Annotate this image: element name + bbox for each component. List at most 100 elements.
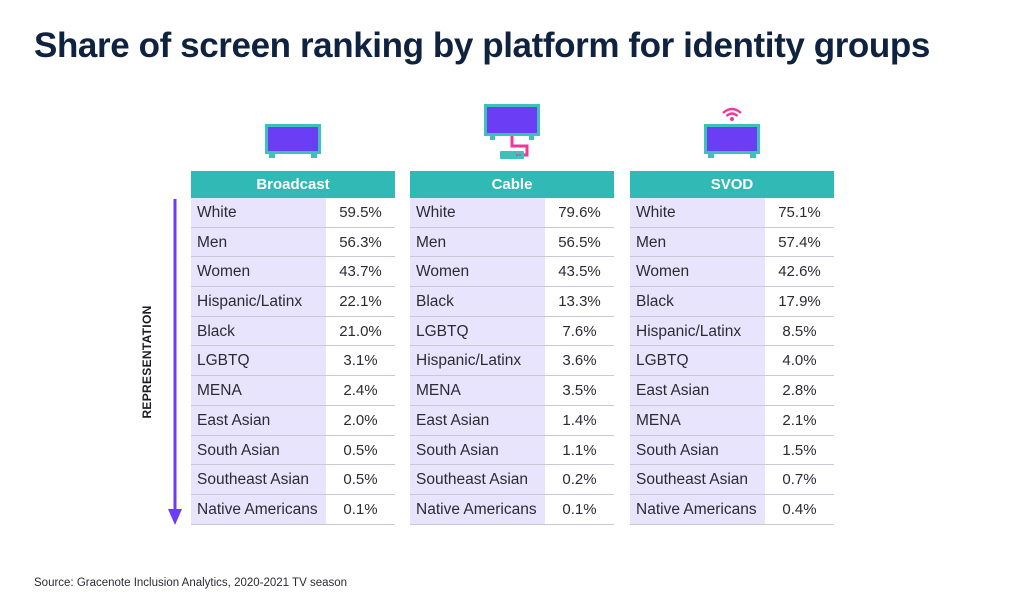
share-value: 2.8% xyxy=(765,376,834,405)
group-label: Hispanic/Latinx xyxy=(410,346,545,376)
table-row: South Asian 0.5% xyxy=(191,435,395,466)
table-row: Black 13.3% xyxy=(410,287,614,317)
table-row: Black 17.9% xyxy=(630,287,834,317)
share-value: 59.5% xyxy=(326,198,395,227)
group-label: Black xyxy=(191,316,326,346)
share-value: 1.1% xyxy=(545,435,614,465)
share-value: 75.1% xyxy=(765,198,834,227)
table-row: Southeast Asian 0.7% xyxy=(630,465,834,495)
table-row: Southeast Asian 0.5% xyxy=(191,465,395,495)
table-row: Hispanic/Latinx 22.1% xyxy=(191,287,395,317)
table-row: Women 43.7% xyxy=(191,257,395,288)
table-header: SVOD xyxy=(630,171,834,198)
table-row: Native Americans 0.4% xyxy=(630,494,834,525)
table-row: Hispanic/Latinx 3.6% xyxy=(410,346,614,377)
share-value: 2.1% xyxy=(765,405,834,435)
group-label: White xyxy=(410,198,545,227)
ranking-axis-label: REPRESENTATION xyxy=(140,305,154,419)
table-row: Men 57.4% xyxy=(630,227,834,258)
share-value: 56.5% xyxy=(545,227,614,257)
group-label: Southeast Asian xyxy=(191,465,326,494)
group-label: Southeast Asian xyxy=(410,465,545,494)
group-label: Men xyxy=(410,227,545,257)
table-row: White 79.6% xyxy=(410,198,614,228)
group-label: Hispanic/Latinx xyxy=(630,316,765,346)
tv-wifi-icon xyxy=(704,107,760,158)
group-label: LGBTQ xyxy=(630,346,765,376)
table-row: East Asian 2.8% xyxy=(630,376,834,406)
share-value: 0.1% xyxy=(545,494,614,524)
group-label: MENA xyxy=(410,376,545,405)
group-label: Southeast Asian xyxy=(630,465,765,494)
table-row: LGBTQ 7.6% xyxy=(410,316,614,347)
share-value: 0.5% xyxy=(326,435,395,465)
group-label: South Asian xyxy=(191,435,326,465)
group-label: Women xyxy=(630,257,765,287)
group-label: Women xyxy=(410,257,545,287)
share-value: 0.1% xyxy=(326,494,395,524)
share-value: 3.5% xyxy=(545,376,614,405)
share-value: 3.1% xyxy=(326,346,395,376)
share-value: 43.5% xyxy=(545,257,614,287)
page-title: Share of screen ranking by platform for … xyxy=(34,26,930,65)
svod-table: SVOD White 75.1% Men 57.4% Women 42.6% Black 17… xyxy=(630,171,834,525)
table-row: Native Americans 0.1% xyxy=(410,494,614,525)
share-value: 0.5% xyxy=(326,465,395,494)
source-note: Source: Gracenote Inclusion Analytics, 2… xyxy=(34,577,348,589)
table-row: White 75.1% xyxy=(630,198,834,228)
table-row: Southeast Asian 0.2% xyxy=(410,465,614,495)
share-value: 3.6% xyxy=(545,346,614,376)
table-row: LGBTQ 3.1% xyxy=(191,346,395,377)
group-label: Black xyxy=(410,287,545,316)
table-row: Women 42.6% xyxy=(630,257,834,288)
table-row: Women 43.5% xyxy=(410,257,614,288)
cable-table: Cable White 79.6% Men 56.5% Women 43.5% Black 1… xyxy=(410,171,614,525)
group-label: East Asian xyxy=(410,405,545,435)
table-row: East Asian 1.4% xyxy=(410,405,614,436)
table-row: Men 56.3% xyxy=(191,227,395,258)
share-value: 0.7% xyxy=(765,465,834,494)
table-header: Broadcast xyxy=(191,171,395,198)
table-row: MENA 2.1% xyxy=(630,405,834,436)
share-value: 43.7% xyxy=(326,257,395,287)
share-value: 0.4% xyxy=(765,494,834,524)
share-value: 4.0% xyxy=(765,346,834,376)
table-row: Hispanic/Latinx 8.5% xyxy=(630,316,834,347)
group-label: Black xyxy=(630,287,765,316)
group-label: LGBTQ xyxy=(191,346,326,376)
share-value: 79.6% xyxy=(545,198,614,227)
share-value: 0.2% xyxy=(545,465,614,494)
table-row: MENA 2.4% xyxy=(191,376,395,406)
share-value: 22.1% xyxy=(326,287,395,316)
share-value: 8.5% xyxy=(765,316,834,346)
group-label: MENA xyxy=(191,376,326,405)
share-value: 2.4% xyxy=(326,376,395,405)
share-value: 2.0% xyxy=(326,405,395,435)
table-row: Black 21.0% xyxy=(191,316,395,347)
share-value: 7.6% xyxy=(545,316,614,346)
group-label: South Asian xyxy=(630,435,765,465)
table-row: South Asian 1.1% xyxy=(410,435,614,466)
group-label: White xyxy=(191,198,326,227)
share-value: 57.4% xyxy=(765,227,834,257)
group-label: Native Americans xyxy=(630,494,765,524)
table-row: Native Americans 0.1% xyxy=(191,494,395,525)
group-label: Women xyxy=(191,257,326,287)
table-row: Men 56.5% xyxy=(410,227,614,258)
group-label: Native Americans xyxy=(410,494,545,524)
table-row: White 59.5% xyxy=(191,198,395,228)
broadcast-table: Broadcast White 59.5% Men 56.3% Women 43.7% Hi… xyxy=(191,171,395,525)
group-label: East Asian xyxy=(191,405,326,435)
table-row: East Asian 2.0% xyxy=(191,405,395,436)
share-value: 17.9% xyxy=(765,287,834,316)
table-row: MENA 3.5% xyxy=(410,376,614,406)
group-label: LGBTQ xyxy=(410,316,545,346)
group-label: Native Americans xyxy=(191,494,326,524)
group-label: White xyxy=(630,198,765,227)
table-row: South Asian 1.5% xyxy=(630,435,834,466)
share-value: 56.3% xyxy=(326,227,395,257)
share-value: 21.0% xyxy=(326,316,395,346)
group-label: Men xyxy=(191,227,326,257)
tv-cable-box-icon xyxy=(484,104,540,159)
share-value: 13.3% xyxy=(545,287,614,316)
